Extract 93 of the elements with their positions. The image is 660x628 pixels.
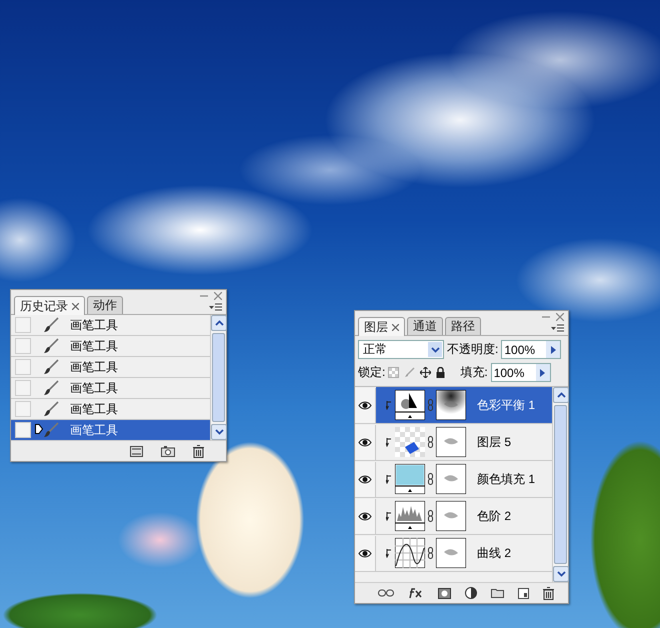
eye-icon[interactable]	[358, 474, 372, 484]
layer-mask-thumbnail	[436, 538, 466, 568]
brush-icon	[43, 317, 59, 333]
trash-icon[interactable]	[543, 586, 554, 600]
layer-row[interactable]: 图层 5	[355, 424, 552, 461]
chain-link-icon[interactable]	[428, 473, 433, 485]
scroll-down-button[interactable]	[211, 424, 227, 440]
layer-mask-thumbnail	[436, 427, 466, 457]
visibility-toggle[interactable]	[355, 536, 376, 570]
panel-menu-icon[interactable]	[209, 303, 222, 311]
panel-tab[interactable]: 历史记录	[14, 296, 85, 315]
brush-icon	[43, 359, 59, 375]
snapshot-checkbox[interactable]	[15, 338, 31, 354]
layer-row[interactable]: 曲线 2	[355, 535, 552, 572]
chain-link-icon[interactable]	[428, 436, 433, 448]
close-icon[interactable]	[214, 292, 222, 300]
chevron-up-icon	[214, 320, 224, 326]
opacity-field[interactable]: 100%	[501, 340, 562, 359]
snapshot-checkbox[interactable]	[15, 317, 31, 333]
visibility-toggle[interactable]	[355, 462, 376, 496]
snapshot-checkbox[interactable]	[15, 359, 31, 375]
move-icon[interactable]	[420, 367, 432, 378]
layer-mask-thumbnail	[436, 390, 466, 420]
history-item[interactable]: 画笔工具	[11, 420, 210, 440]
fill-field[interactable]: 100%	[490, 363, 551, 382]
fx-icon[interactable]	[408, 587, 424, 599]
scroll-up-button[interactable]	[211, 315, 227, 331]
close-icon[interactable]	[72, 302, 79, 310]
layer-row[interactable]: 颜色填充 1	[355, 461, 552, 498]
lock-label: 锁定:	[358, 364, 386, 381]
snapshot-checkbox[interactable]	[15, 401, 31, 417]
chain-link-icon[interactable]	[428, 510, 433, 522]
visibility-toggle[interactable]	[355, 498, 376, 534]
opacity-label: 不透明度:	[447, 341, 498, 358]
new-document-icon[interactable]	[130, 446, 143, 456]
chevron-up-icon	[556, 392, 566, 398]
panel-tab[interactable]: 通道	[407, 317, 443, 335]
clipping-arrow-icon	[386, 474, 392, 484]
fill-label: 填充:	[460, 364, 488, 381]
eye-icon[interactable]	[358, 400, 372, 410]
history-item[interactable]: 画笔工具	[11, 315, 210, 336]
brush-icon	[43, 422, 59, 438]
brush-icon	[43, 338, 59, 354]
scrollbar-thumb[interactable]	[554, 405, 567, 564]
panel-tab[interactable]: 图层	[358, 317, 405, 336]
caret-right-icon	[550, 346, 556, 354]
chain-link-icon[interactable]	[428, 547, 433, 559]
brush-icon	[43, 380, 59, 396]
clipping-arrow-icon	[386, 548, 392, 558]
scrollbar-thumb[interactable]	[212, 333, 225, 422]
trash-icon[interactable]	[193, 444, 204, 458]
clipping-arrow-icon	[386, 512, 392, 520]
visibility-toggle[interactable]	[355, 388, 376, 422]
snapshot-checkbox[interactable]	[15, 380, 31, 396]
close-icon[interactable]	[392, 324, 399, 330]
levels-thumbnail	[395, 501, 425, 531]
chevron-down-icon	[430, 346, 440, 352]
layer-mask-thumbnail	[436, 501, 466, 531]
curves-thumbnail	[395, 538, 425, 568]
adjustment-icon[interactable]	[465, 587, 477, 599]
eye-icon[interactable]	[358, 438, 372, 446]
caret-right-icon	[540, 368, 546, 376]
padlock-icon[interactable]	[436, 367, 446, 378]
close-icon[interactable]	[556, 313, 564, 321]
scroll-up-button[interactable]	[553, 387, 569, 403]
chevron-down-icon	[214, 429, 224, 435]
brush-icon	[43, 401, 59, 417]
eye-icon[interactable]	[358, 512, 372, 520]
layer-thumbnail	[395, 427, 425, 457]
history-item[interactable]: 画笔工具	[11, 357, 210, 378]
camera-icon[interactable]	[161, 446, 175, 456]
scroll-down-button[interactable]	[553, 566, 569, 582]
link-icon[interactable]	[378, 589, 394, 597]
mask-icon[interactable]	[438, 588, 451, 598]
layer-row[interactable]: 色阶 2	[355, 498, 552, 535]
folder-icon[interactable]	[491, 588, 504, 598]
panel-tab[interactable]: 路径	[445, 317, 481, 335]
clipping-arrow-icon	[386, 400, 392, 410]
color-balance-thumbnail	[395, 390, 425, 420]
panel-tab[interactable]: 动作	[87, 296, 123, 314]
visibility-toggle[interactable]	[355, 424, 376, 460]
snapshot-checkbox[interactable]	[15, 422, 31, 438]
layer-mask-thumbnail	[436, 464, 466, 494]
history-item[interactable]: 画笔工具	[11, 378, 210, 399]
panel-menu-icon[interactable]	[551, 324, 564, 332]
history-state-marker-icon[interactable]	[35, 424, 43, 434]
blend-mode-dropdown[interactable]: 正常	[358, 340, 444, 359]
eye-icon[interactable]	[358, 548, 372, 558]
history-item[interactable]: 画笔工具	[11, 336, 210, 357]
color-fill-thumbnail	[395, 464, 425, 494]
new-layer-icon[interactable]	[518, 588, 529, 598]
clipping-arrow-icon	[386, 438, 392, 446]
chevron-down-icon	[556, 571, 566, 577]
